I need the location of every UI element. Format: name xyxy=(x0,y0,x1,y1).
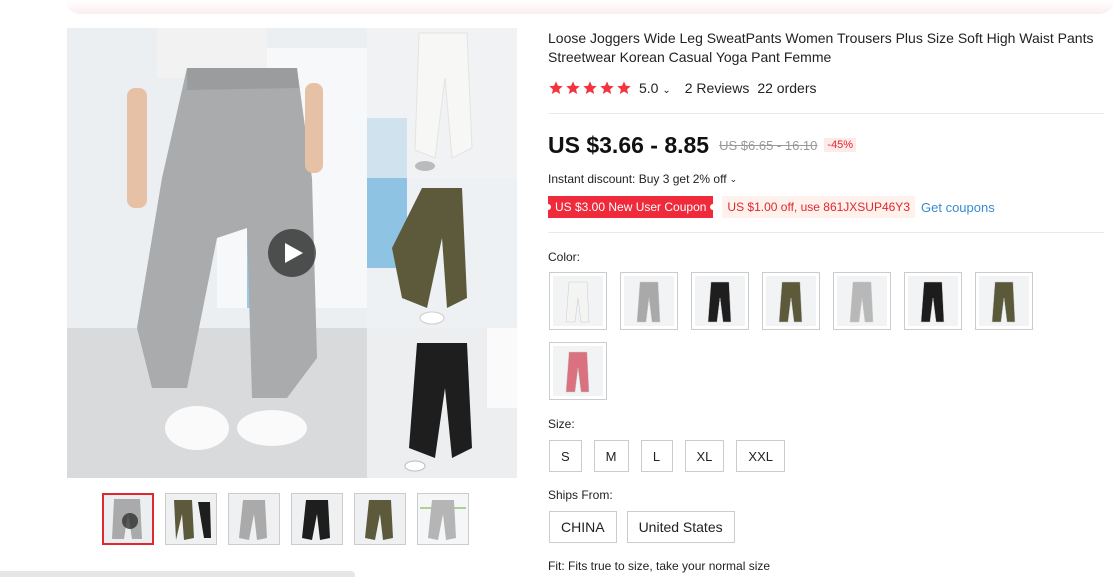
star-icon xyxy=(600,81,614,94)
divider xyxy=(548,232,1104,233)
rating-row: 5.0 ⌄ 2 Reviews 22 orders xyxy=(548,78,817,98)
color-label: Color: xyxy=(548,250,581,264)
thumbnail-3-image xyxy=(229,494,279,544)
swatch-image xyxy=(695,276,745,326)
swatch-illustration xyxy=(778,281,803,323)
chevron-down-icon: ⌄ xyxy=(662,85,671,96)
thumbnail-4[interactable] xyxy=(291,493,343,545)
swatch-image xyxy=(837,276,887,326)
swatch-illustration xyxy=(636,281,661,323)
side-image-green-pants[interactable] xyxy=(367,178,517,328)
size-option[interactable]: M xyxy=(593,440,629,472)
star-icon xyxy=(617,81,631,94)
rating-value-text: 5.0 xyxy=(639,80,659,96)
thumbnail-4-image xyxy=(292,494,342,544)
color-swatch[interactable] xyxy=(549,342,607,400)
side-image-white-pants[interactable] xyxy=(367,28,517,178)
swatch-illustration xyxy=(707,281,732,323)
fit-info: Fit: Fits true to size, take your normal… xyxy=(548,559,771,573)
swatch-image xyxy=(908,276,958,326)
color-swatch[interactable] xyxy=(620,272,678,330)
size-options: S M L XL XXL xyxy=(549,440,785,472)
discount-badge: -45% xyxy=(824,138,857,152)
coupon-row: US $3.00 New User Coupon US $1.00 off, u… xyxy=(544,196,995,218)
divider xyxy=(548,113,1104,114)
ships-from-options: CHINA United States xyxy=(549,511,735,543)
swatch-image xyxy=(553,346,603,396)
white-pants-illustration xyxy=(367,28,517,178)
ships-from-option[interactable]: United States xyxy=(626,511,735,543)
size-option[interactable]: S xyxy=(549,440,582,472)
swatch-illustration xyxy=(991,281,1016,323)
black-pants-illustration xyxy=(367,328,517,478)
play-video-button[interactable] xyxy=(268,229,316,277)
size-option[interactable]: XL xyxy=(684,440,725,472)
swatch-illustration xyxy=(849,281,874,323)
color-swatch[interactable] xyxy=(904,272,962,330)
reviews-link[interactable]: 2 Reviews xyxy=(685,80,750,96)
new-user-coupon[interactable]: US $3.00 New User Coupon xyxy=(544,196,717,218)
side-image-black-pants[interactable] xyxy=(367,328,517,478)
rating-value[interactable]: 5.0 ⌄ xyxy=(639,80,671,96)
size-option[interactable]: L xyxy=(640,440,673,472)
swatch-image xyxy=(553,276,603,326)
swatch-image xyxy=(979,276,1029,326)
main-image-illustration xyxy=(67,28,367,478)
chevron-down-icon: ⌄ xyxy=(729,173,738,184)
thumbnail-2-image xyxy=(166,494,216,544)
thumbnail-strip xyxy=(102,493,469,545)
swatch-illustration xyxy=(920,281,945,323)
price-row: US $3.66 - 8.85 US $6.65 - 16.10 -45% xyxy=(548,131,857,159)
top-banner-edge xyxy=(66,0,1114,14)
color-swatch[interactable] xyxy=(975,272,1033,330)
swatch-illustration xyxy=(565,281,590,323)
play-icon xyxy=(285,243,303,263)
star-icon xyxy=(549,81,563,94)
main-product-image[interactable] xyxy=(67,28,367,478)
instant-discount-text: Instant discount: Buy 3 get 2% off xyxy=(548,172,727,186)
code-coupon[interactable]: US $1.00 off, use 861JXSUP46Y3 xyxy=(722,196,915,218)
instant-discount[interactable]: Instant discount: Buy 3 get 2% off ⌄ xyxy=(548,172,737,186)
color-swatch[interactable] xyxy=(549,272,607,330)
current-price: US $3.66 - 8.85 xyxy=(548,131,710,158)
swatch-image xyxy=(766,276,816,326)
color-swatch[interactable] xyxy=(833,272,891,330)
original-price: US $6.65 - 16.10 xyxy=(719,137,818,153)
color-swatches xyxy=(549,272,1049,400)
color-swatch[interactable] xyxy=(691,272,749,330)
thumbnail-play-icon xyxy=(122,513,138,529)
get-coupons-link[interactable]: Get coupons xyxy=(921,200,995,215)
horizontal-scrollbar[interactable] xyxy=(0,571,355,577)
thumbnail-2[interactable] xyxy=(165,493,217,545)
star-icon xyxy=(583,81,597,94)
star-icon xyxy=(566,81,580,94)
swatch-image xyxy=(624,276,674,326)
swatch-illustration xyxy=(565,351,590,393)
size-label: Size: xyxy=(548,417,575,431)
green-pants-illustration xyxy=(367,178,517,328)
size-option[interactable]: XXL xyxy=(736,440,785,472)
thumbnail-5[interactable] xyxy=(354,493,406,545)
rating-stars xyxy=(548,80,632,96)
thumbnail-3[interactable] xyxy=(228,493,280,545)
orders-count: 22 orders xyxy=(757,80,817,96)
thumbnail-6[interactable] xyxy=(417,493,469,545)
ships-from-option[interactable]: CHINA xyxy=(549,511,617,543)
ships-from-label: Ships From: xyxy=(548,488,613,502)
color-swatch[interactable] xyxy=(762,272,820,330)
thumbnail-5-image xyxy=(355,494,405,544)
thumbnail-6-image xyxy=(418,494,468,544)
product-title: Loose Joggers Wide Leg SweatPants Women … xyxy=(548,30,1094,65)
thumbnail-video[interactable] xyxy=(102,493,154,545)
